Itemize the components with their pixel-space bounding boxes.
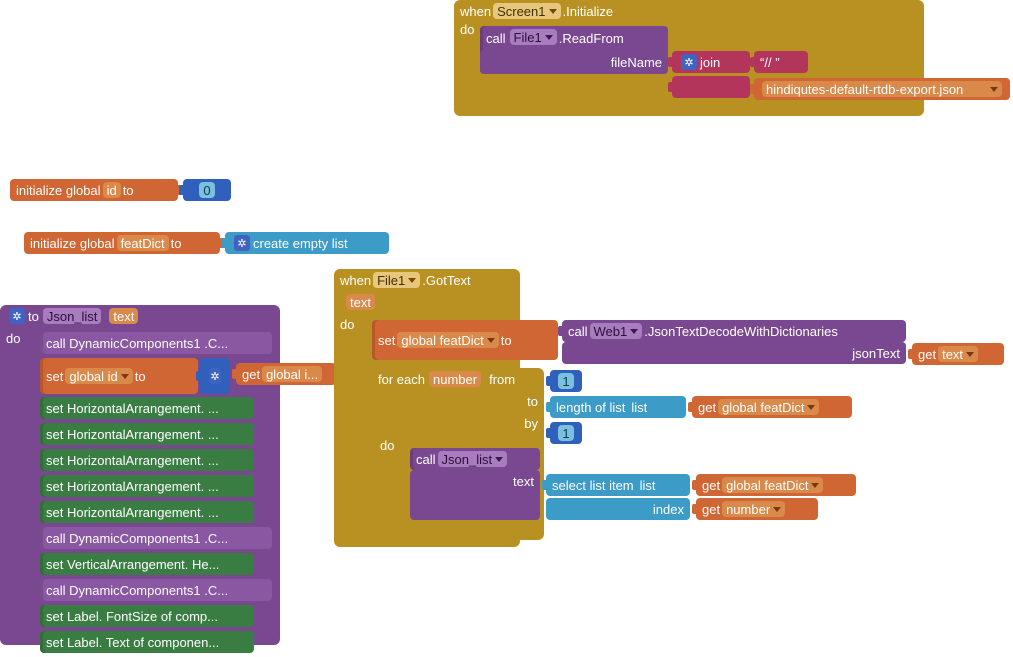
var-global-featdict[interactable]: global featDict [397,332,498,348]
set-label-text[interactable]: set Label. Text of componen... [40,631,254,653]
set-ha-3[interactable]: set HorizontalArrangement. ... [40,449,254,471]
call-web1-jsondecode[interactable]: call Web1 .JsonTextDecodeWithDictionarie… [562,320,906,342]
index-label: index [546,498,690,520]
math-op-slot[interactable]: ✲ [200,358,230,394]
component-screen1[interactable]: Screen1 [493,3,560,19]
chevron-down-icon [487,338,495,343]
component-web1[interactable]: Web1 [590,323,643,339]
set-ha-1[interactable]: set HorizontalArrangement. ... [40,397,254,419]
set-ha-2[interactable]: set HorizontalArrangement. ... [40,423,254,445]
var-global-id-ref[interactable]: global i... [262,366,322,382]
from-label: from [489,372,515,387]
chevron-down-icon [408,278,416,283]
from-value[interactable]: 1 [550,370,582,392]
proc-body-stack: set HorizontalArrangement. ... set Horiz… [40,397,272,657]
component-file1[interactable]: File1 [510,29,557,45]
set-va-height[interactable]: set VerticalArrangement. He... [40,553,254,575]
chevron-down-icon [811,483,819,488]
chevron-down-icon [495,457,503,462]
when-label: when [340,273,371,288]
var-number-ref[interactable]: number [722,501,785,517]
chevron-down-icon [549,9,557,14]
var-featdict: featDict [117,235,169,251]
chevron-down-icon [966,352,974,357]
set-global-id[interactable]: set global id to [40,358,198,394]
text-join[interactable]: ✲ join [672,51,750,73]
when-label: when [460,4,491,19]
init-global-id[interactable]: initialize global id to [10,179,178,201]
set-global-featdict[interactable]: set global featDict to [372,320,558,360]
join-arg2-slot [672,76,750,98]
gear-icon[interactable]: ✲ [9,308,25,324]
chevron-down-icon [545,35,553,40]
to-label: to [527,394,538,409]
get-global-featdict-1[interactable]: get global featDict [692,396,852,418]
math-literal-0[interactable]: 0 [183,179,231,201]
get-text[interactable]: get text [912,343,1004,365]
do-label: do [460,22,482,37]
param-text: text [346,294,375,310]
length-of-list[interactable]: length of list list [550,396,686,418]
var-global-id[interactable]: global id [65,368,132,384]
call-label: call [486,29,506,46]
get-global-featdict-2[interactable]: get global featDict [696,474,856,496]
set-ha-5[interactable]: set HorizontalArrangement. ... [40,501,254,523]
init-global-featdict[interactable]: initialize global featDict to [24,232,220,254]
chevron-down-icon [630,329,638,334]
dropdown-json-file[interactable]: hindiqutes-default-rtdb-export.json [754,78,1010,100]
select-list-item[interactable]: select list item list [546,474,690,496]
param-text: text [109,308,138,324]
var-global-featdict-ref[interactable]: global featDict [718,399,819,415]
by-label: by [524,416,538,431]
do-label: do [6,331,20,346]
by-value[interactable]: 1 [550,422,582,444]
value-0: 0 [199,182,214,198]
call-json-list[interactable]: call Json_list [410,448,540,470]
to-label: to [28,309,39,324]
arg-filename-label: fileName [480,50,668,74]
var-global-featdict-ref-2[interactable]: global featDict [722,477,823,493]
set-label-fontsize[interactable]: set Label. FontSize of comp... [40,605,254,627]
var-text[interactable]: text [938,346,978,362]
arg-text-label: text [410,470,540,520]
chevron-down-icon [121,374,129,379]
create-empty-list[interactable]: ✲ create empty list [225,232,389,254]
gear-icon[interactable]: ✲ [681,54,697,70]
var-id: id [103,182,121,198]
chevron-down-icon [807,405,815,410]
do-label: do [340,317,354,332]
gear-icon[interactable]: ✲ [209,368,221,384]
call-dyn1-create-3[interactable]: call DynamicComponents1 .C... [40,579,272,601]
for-each-label: for each [378,372,425,387]
chevron-down-icon [990,87,998,92]
set-ha-4[interactable]: set HorizontalArrangement. ... [40,475,254,497]
proc-ref-json-list[interactable]: Json_list [438,451,508,467]
get-number[interactable]: get number [696,498,818,520]
chevron-down-icon [773,507,781,512]
gear-icon[interactable]: ✲ [234,235,250,251]
text-literal-slashes[interactable]: // [754,51,808,73]
gottext-suffix: .GotText [422,273,470,288]
inner-do-label: do [380,438,394,453]
proc-name-json-list: Json_list [43,308,102,324]
readfrom-label: .ReadFrom [559,29,624,46]
arg-jsontext-label: jsonText [562,342,906,364]
call-dyn1-create-top[interactable]: call DynamicComponents1 .C... [40,332,272,354]
call-dyn1-create-2[interactable]: call DynamicComponents1 .C... [40,527,272,549]
initialize-suffix: .Initialize [563,4,614,19]
get-global-id[interactable]: get global i... [236,363,336,385]
loop-var-number: number [429,371,481,387]
component-file1[interactable]: File1 [373,272,420,288]
